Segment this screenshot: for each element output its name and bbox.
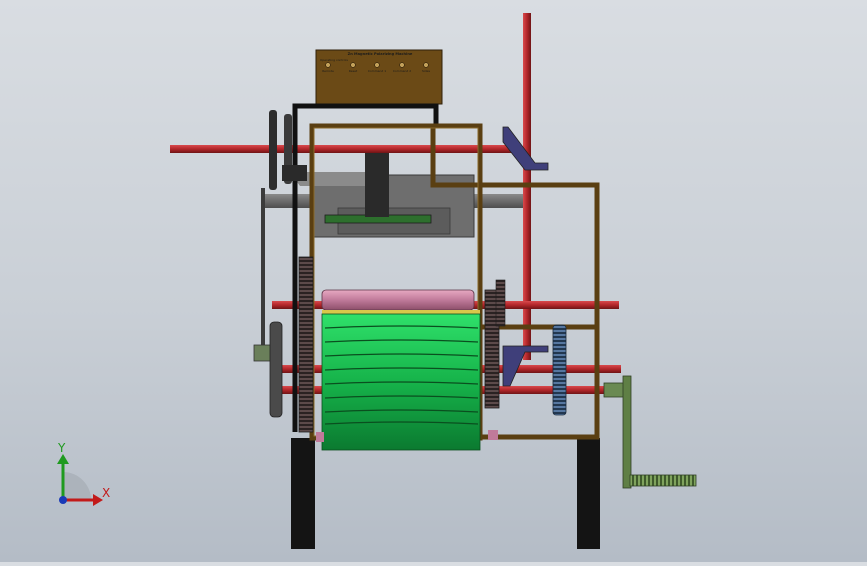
panel-button-2-label: Reset	[348, 69, 358, 73]
crank-handle[interactable]	[603, 375, 697, 489]
panel-button-4[interactable]	[399, 62, 405, 68]
y-axis-label: Y	[58, 441, 66, 455]
left-gear-stack[interactable]	[298, 256, 314, 433]
green-roller-stack[interactable]	[321, 313, 481, 451]
z-axis-dot	[59, 496, 67, 504]
right-leg[interactable]	[577, 438, 600, 549]
left-roller-bearing	[316, 432, 324, 442]
right-small-gear[interactable]	[495, 279, 506, 327]
left-leg[interactable]	[291, 438, 315, 549]
cad-viewport[interactable]: Zn Magnetic Polarizing Machine Operating…	[0, 0, 867, 562]
panel-button-5-label: Sides	[421, 69, 431, 73]
panel-button-3[interactable]	[374, 62, 380, 68]
x-axis-label: X	[102, 486, 111, 500]
axis-triad	[57, 454, 103, 506]
panel-button-5[interactable]	[423, 62, 429, 68]
blue-gear[interactable]	[552, 324, 567, 416]
control-panel-subtitle: Operating controls	[320, 58, 348, 62]
right-roller-bearing	[488, 430, 498, 440]
panel-button-2[interactable]	[350, 62, 356, 68]
panel-button-1[interactable]	[325, 62, 331, 68]
y-axis-arrow	[57, 454, 69, 464]
panel-button-3-label: Command 1	[367, 69, 387, 73]
machine-assembly-model[interactable]	[0, 0, 867, 562]
gray-table-block[interactable]	[263, 151, 523, 238]
control-panel-title: Zn Magnetic Polarizing Machine	[347, 52, 413, 56]
pink-top-roller[interactable]	[321, 289, 475, 311]
panel-button-1-label: Remote	[322, 69, 334, 73]
panel-button-4-label: Command 2	[392, 69, 412, 73]
yellow-roller-strip	[322, 310, 480, 314]
triad-quarter-disc	[63, 472, 91, 500]
top-red-rod[interactable]	[170, 145, 518, 153]
